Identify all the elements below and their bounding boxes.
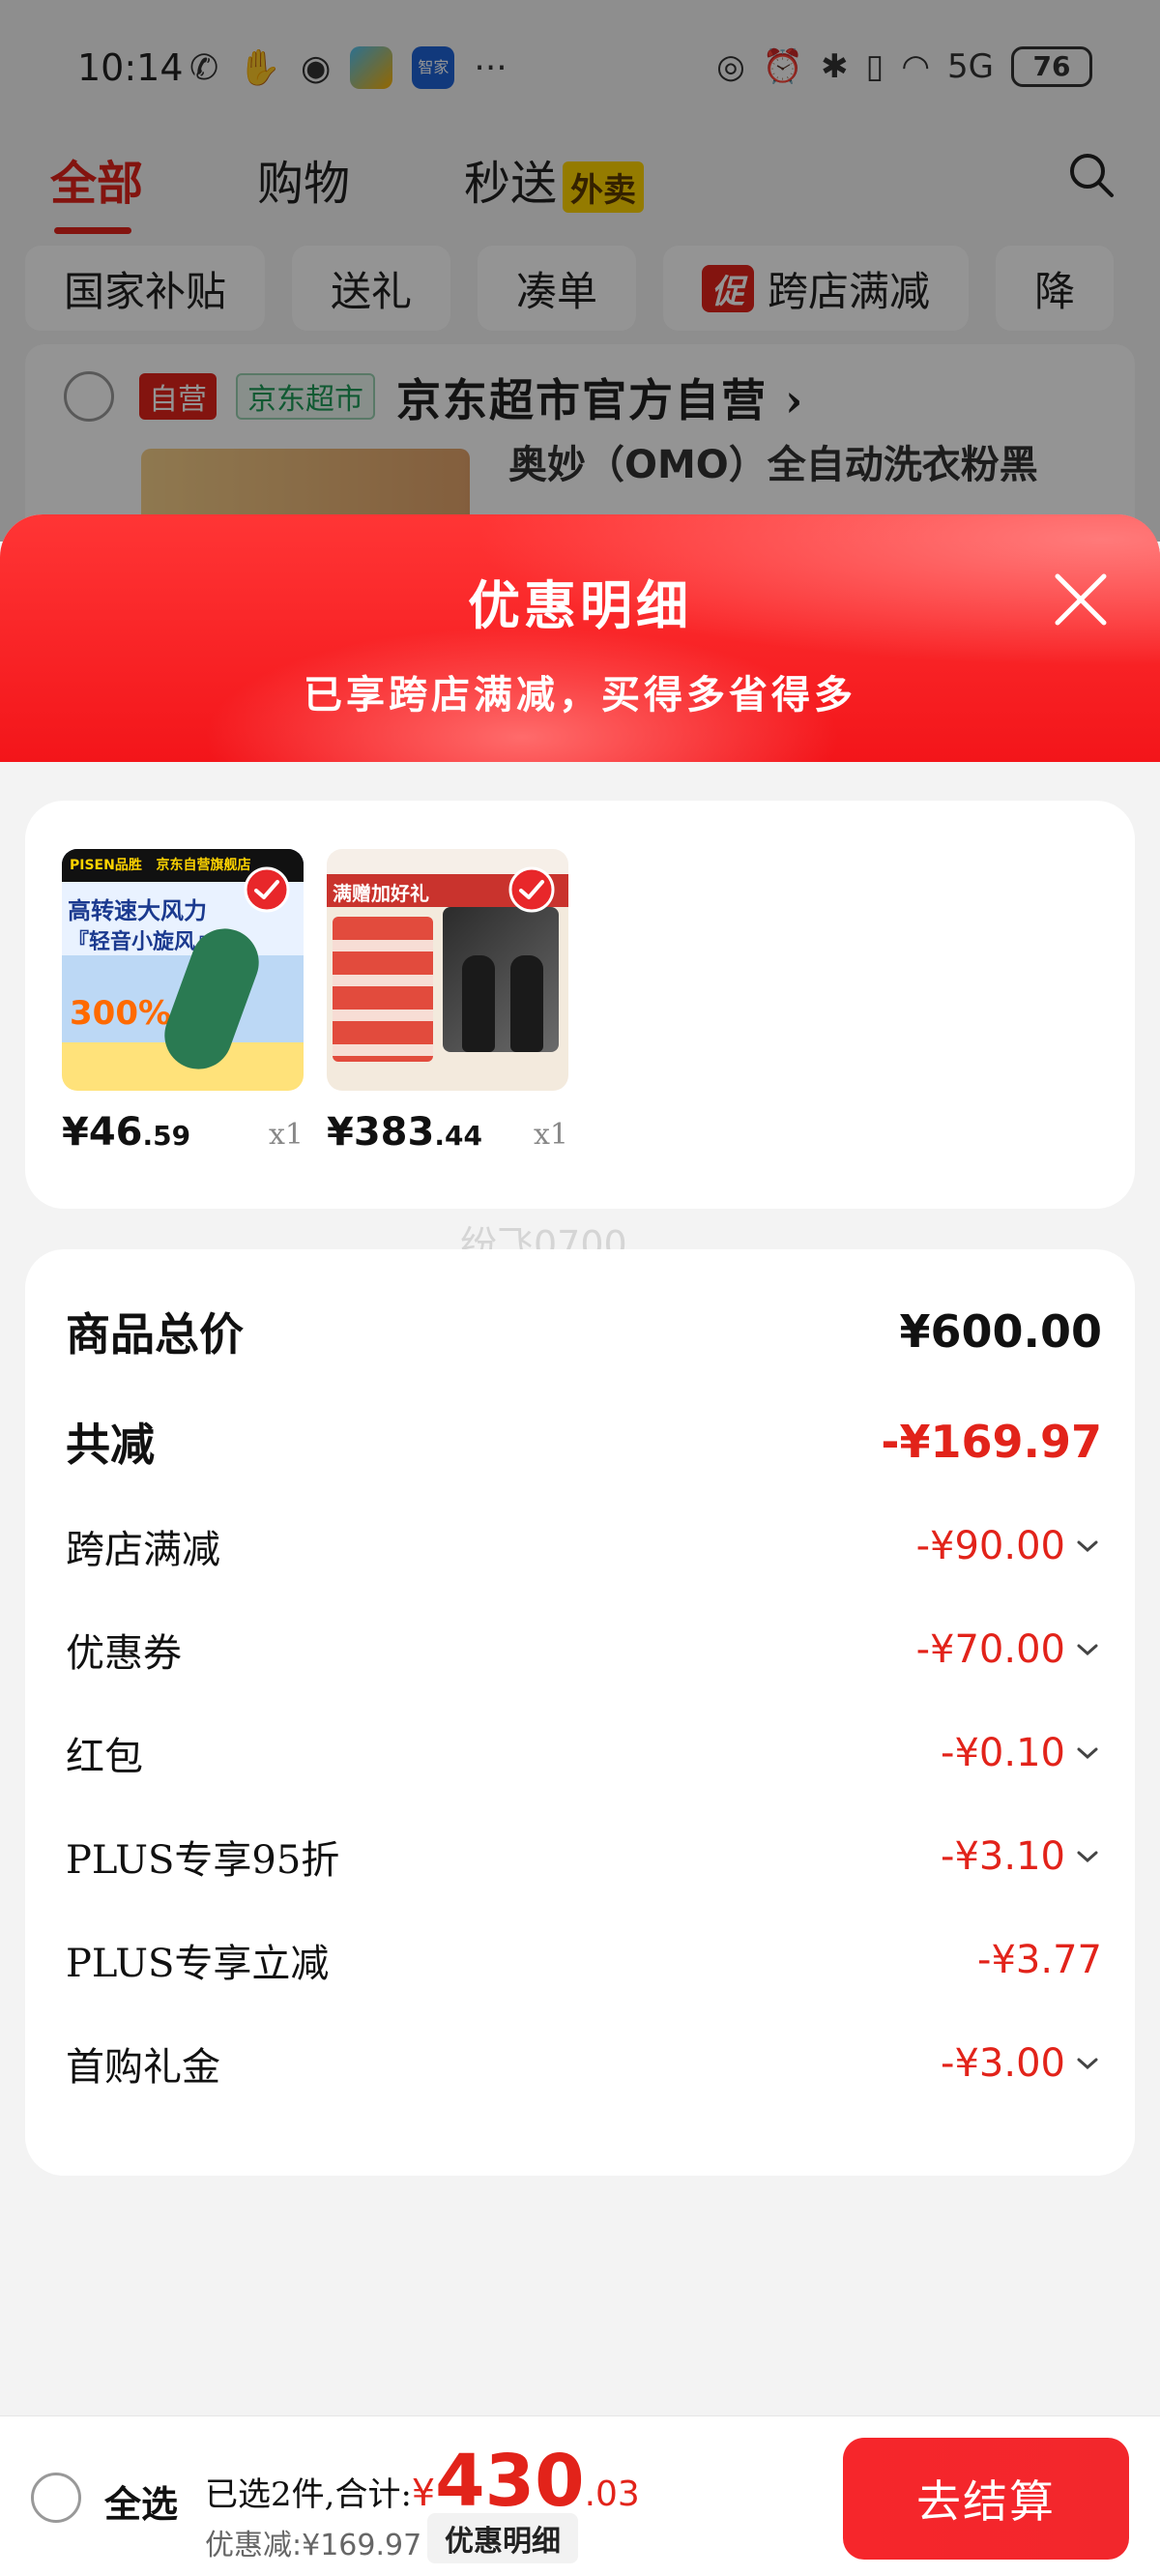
- item-image: 满赠加好礼: [327, 849, 568, 1091]
- row-red-packet[interactable]: 红包 -¥0.10: [66, 1719, 1102, 1787]
- selected-check-icon: [508, 866, 555, 913]
- selected-count-text: 已选2件,合计:: [205, 2475, 412, 2514]
- item-quantity: x1: [533, 1118, 568, 1152]
- modal-overlay[interactable]: [0, 0, 1160, 542]
- total-currency: ¥: [411, 2472, 436, 2514]
- row-label: 首购礼金: [66, 2045, 220, 2090]
- item-store: 京东自营旗舰店: [156, 858, 251, 873]
- item-price-int: ¥46: [62, 1110, 143, 1155]
- total-integer: 430: [435, 2440, 585, 2523]
- row-label: 跨店满减: [66, 1528, 220, 1572]
- row-value: -¥169.97: [881, 1416, 1102, 1468]
- row-label: 共减: [66, 1419, 155, 1471]
- row-plus-95[interactable]: PLUS专享95折 -¥3.10: [66, 1823, 1102, 1890]
- bottle-image: [462, 955, 495, 1052]
- chevron-down-icon[interactable]: [1073, 1842, 1102, 1871]
- row-value: -¥90.00: [915, 1524, 1065, 1568]
- selected-items-card: PISEN品胜 京东自营旗舰店 高转速大风力 『轻音小旋风』 300% ¥46.…: [25, 801, 1135, 1209]
- bottle-image: [510, 955, 543, 1052]
- row-plus-instant-reduction: PLUS专享立减 -¥3.77: [66, 1926, 1102, 1994]
- sheet-title: 优惠明细: [468, 574, 692, 636]
- item-brand: PISEN品胜: [70, 858, 142, 873]
- sheet-header: 优惠明细 已享跨店满减，买得多省得多: [0, 514, 1160, 762]
- total-summary: 已选2件,合计:¥430.03: [205, 2440, 640, 2523]
- selected-check-icon: [244, 866, 290, 913]
- row-value: -¥3.00: [941, 2041, 1065, 2086]
- row-label: 优惠券: [66, 1631, 182, 1676]
- row-label: 商品总价: [66, 1308, 244, 1361]
- promo-list-image: [333, 917, 433, 1062]
- discount-detail-button[interactable]: 优惠明细: [427, 2513, 578, 2563]
- item-fan[interactable]: PISEN品胜 京东自营旗舰店 高转速大风力 『轻音小旋风』 300% ¥46.…: [62, 849, 304, 1155]
- item-price-dec: .59: [142, 1120, 191, 1152]
- discount-detail-sheet: 优惠明细 已享跨店满减，买得多省得多 PISEN品胜 京东自营旗舰店 高转速大风…: [0, 514, 1160, 2576]
- row-value: ¥600.00: [899, 1305, 1102, 1358]
- item-image: PISEN品胜 京东自营旗舰店 高转速大风力 『轻音小旋风』 300%: [62, 849, 304, 1091]
- row-label: PLUS专享立减: [66, 1942, 330, 1986]
- item-image-text-1: 高转速大风力: [68, 897, 207, 924]
- row-total-reduction: 共减 -¥169.97: [66, 1408, 1102, 1476]
- price-breakdown-card: 商品总价 ¥600.00 共减 -¥169.97 跨店满减 -¥90.00 优惠…: [25, 1249, 1135, 2176]
- item-image-percent: 300%: [70, 994, 172, 1033]
- select-all-label[interactable]: 全选: [104, 2474, 178, 2528]
- item-price: ¥383.44: [327, 1110, 482, 1155]
- item-price-dec: .44: [434, 1120, 482, 1152]
- chevron-down-icon[interactable]: [1073, 1532, 1102, 1561]
- checkout-bar: 全选 已选2件,合计:¥430.03 优惠减:¥169.97 优惠明细 去结算: [0, 2415, 1160, 2576]
- row-label: PLUS专享95折: [66, 1838, 340, 1883]
- item-price: ¥46.59: [62, 1110, 190, 1155]
- chevron-down-icon[interactable]: [1073, 1739, 1102, 1768]
- total-decimal: .03: [584, 2474, 640, 2514]
- discount-amount: 优惠减:¥169.97: [205, 2529, 422, 2562]
- row-coupon[interactable]: 优惠券 -¥70.00: [66, 1616, 1102, 1683]
- item-quantity: x1: [268, 1118, 304, 1152]
- row-value: -¥3.77: [977, 1938, 1102, 1982]
- chevron-down-icon[interactable]: [1073, 2049, 1102, 2078]
- row-value: -¥3.10: [941, 1834, 1065, 1879]
- row-label: 红包: [66, 1735, 143, 1779]
- item-price-int: ¥383: [327, 1110, 435, 1155]
- item-liquor[interactable]: 满赠加好礼 ¥383.44 x1: [327, 849, 568, 1155]
- sheet-subtitle: 已享跨店满减，买得多省得多: [304, 672, 856, 717]
- chevron-down-icon[interactable]: [1073, 1635, 1102, 1664]
- checkout-button[interactable]: 去结算: [843, 2438, 1129, 2560]
- row-cross-store-discount[interactable]: 跨店满减 -¥90.00: [66, 1512, 1102, 1580]
- row-total-price: 商品总价 ¥600.00: [66, 1298, 1102, 1365]
- select-all-checkbox[interactable]: [31, 2473, 81, 2523]
- row-value: -¥0.10: [941, 1731, 1065, 1775]
- item-image-title: 满赠加好礼: [333, 882, 429, 905]
- close-icon[interactable]: [1050, 569, 1112, 630]
- row-first-purchase-gift[interactable]: 首购礼金 -¥3.00: [66, 2030, 1102, 2097]
- row-value: -¥70.00: [915, 1627, 1065, 1672]
